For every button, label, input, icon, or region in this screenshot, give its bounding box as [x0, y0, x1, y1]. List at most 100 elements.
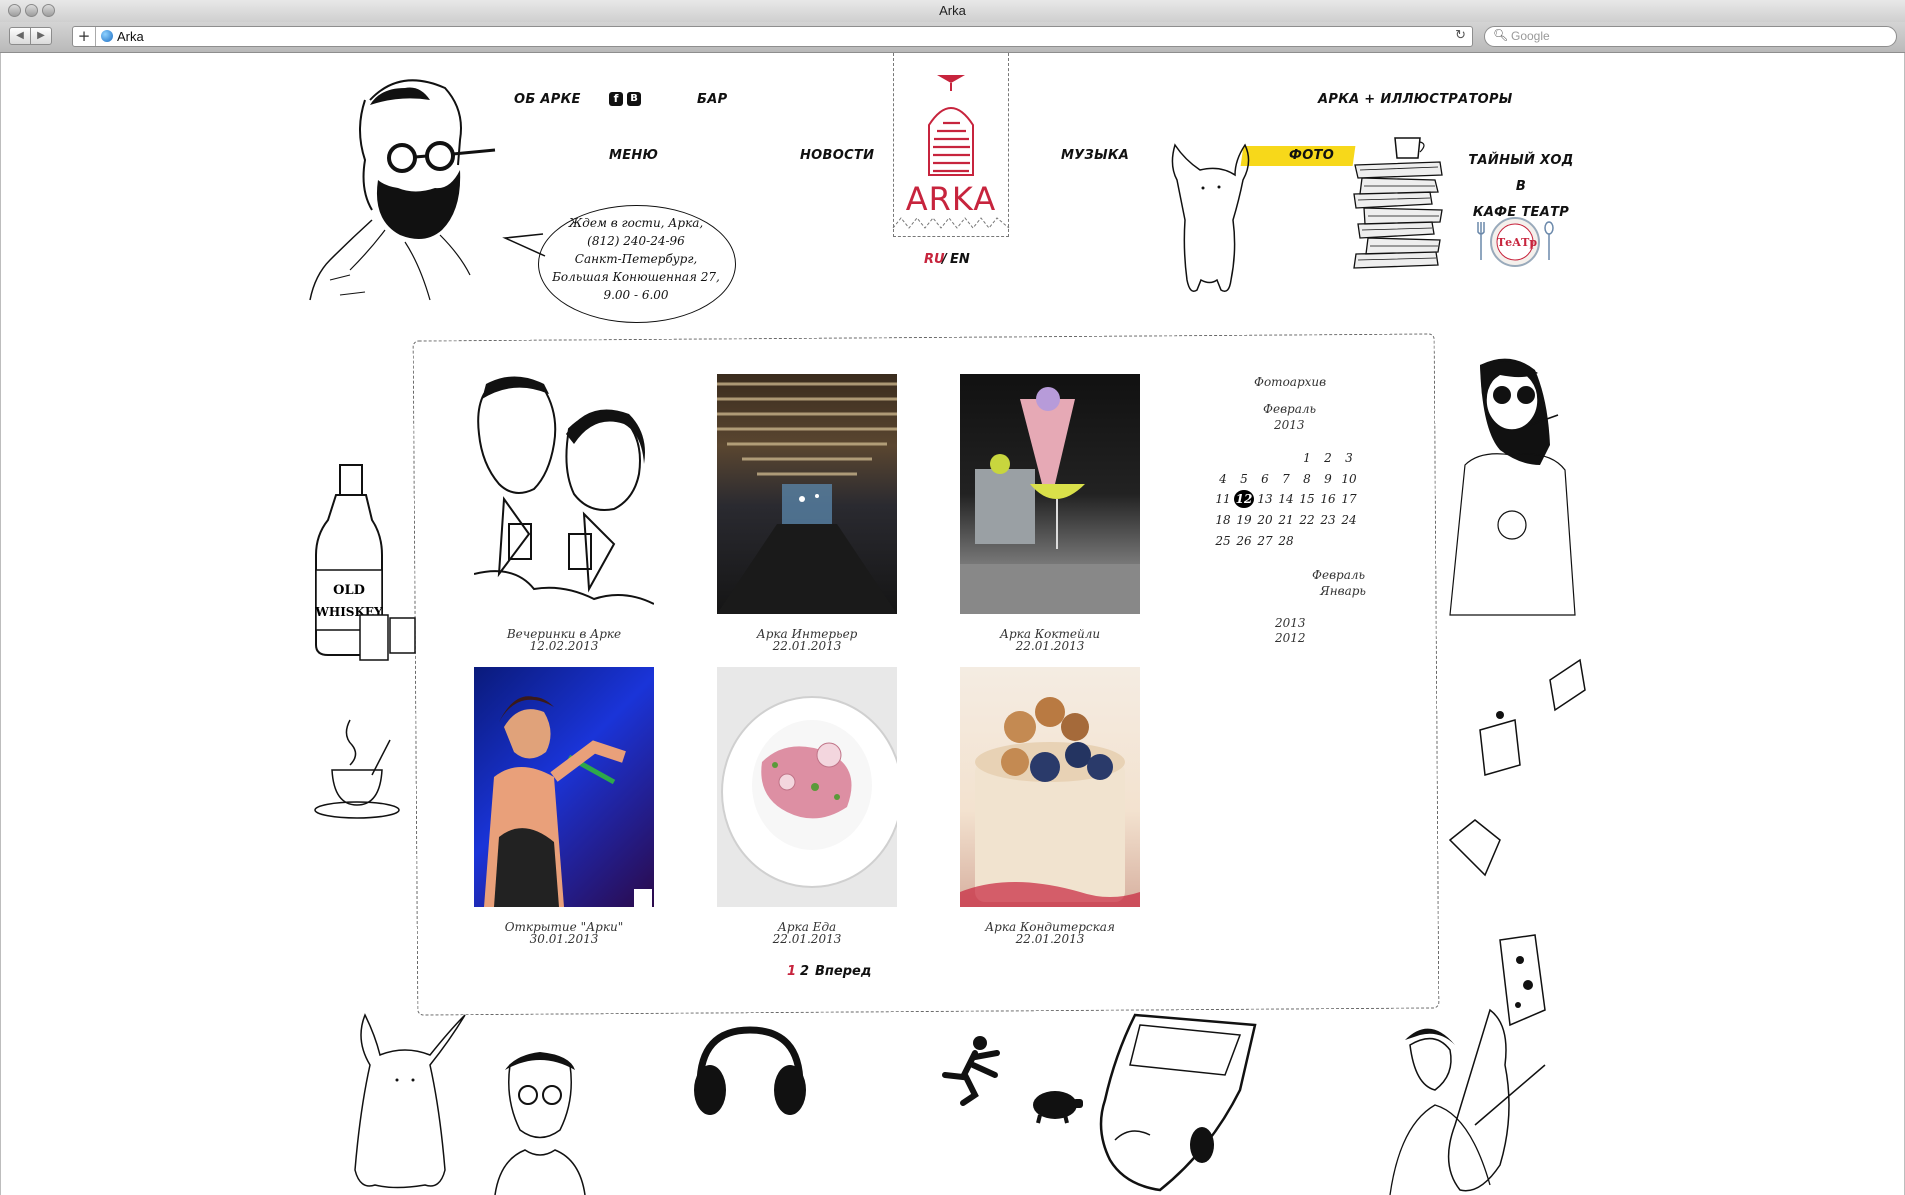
- nav-menu[interactable]: МЕНЮ: [609, 148, 658, 163]
- calendar-day[interactable]: 14: [1276, 492, 1296, 506]
- calendar-day[interactable]: 4: [1213, 472, 1233, 486]
- lang-separator: /: [942, 252, 947, 267]
- vkontakte-icon[interactable]: B: [627, 92, 641, 106]
- bubble-line-5: 9.00 - 6.00: [603, 288, 669, 302]
- cafe-theatre-badge-text: ТеАТр: [1497, 236, 1538, 249]
- caption-opening-date: 30.01.2013: [529, 932, 599, 946]
- calendar-day[interactable]: 20: [1255, 513, 1275, 527]
- nav-music[interactable]: МУЗЫКА: [1061, 148, 1129, 163]
- archive-month-feb[interactable]: Февраль: [1312, 568, 1365, 582]
- retro-couple-image: [474, 376, 654, 605]
- calendar-day-selected[interactable]: 12: [1234, 490, 1254, 508]
- forward-arrow-icon: ▶: [37, 30, 45, 41]
- calendar-day[interactable]: 11: [1213, 492, 1233, 506]
- caption-cocktails-date: 22.01.2013: [1015, 639, 1085, 653]
- search-placeholder: Google: [1511, 29, 1550, 43]
- lang-en[interactable]: EN: [950, 252, 970, 267]
- svg-text:OLD: OLD: [333, 583, 365, 598]
- nav-about[interactable]: ОБ АРКЕ: [514, 92, 581, 107]
- calendar-day[interactable]: 9: [1318, 472, 1338, 486]
- nav-bar[interactable]: БАР: [697, 92, 727, 107]
- nav-secret-line1: ТАЙНЫЙ ХОД В: [1468, 153, 1574, 194]
- calendar-day[interactable]: 7: [1276, 472, 1296, 486]
- pastry-photo-image: [960, 697, 1140, 907]
- interior-photo-image: [717, 382, 897, 614]
- pagination-forward[interactable]: Вперед: [815, 964, 871, 979]
- calendar-day[interactable]: 10: [1339, 472, 1359, 486]
- calendar-day[interactable]: 15: [1297, 492, 1317, 506]
- calendar-day[interactable]: 16: [1318, 492, 1338, 506]
- calendar-day[interactable]: 23: [1318, 513, 1338, 527]
- calendar-day[interactable]: 6: [1255, 472, 1275, 486]
- pagination-current[interactable]: 1: [787, 964, 796, 979]
- caption-pastry[interactable]: Арка Кондитерская 22.01.2013: [950, 921, 1150, 945]
- nav-illustrators[interactable]: АРКА + ИЛЛЮСТРАТОРЫ: [1318, 92, 1513, 107]
- back-button[interactable]: ◀: [9, 27, 31, 45]
- calendar-day[interactable]: 13: [1255, 492, 1275, 506]
- gallery-thumb-cocktails[interactable]: [960, 374, 1140, 614]
- archive-month-jan[interactable]: Январь: [1320, 584, 1366, 598]
- gallery-thumb-pastry[interactable]: [960, 667, 1140, 907]
- calendar-day[interactable]: 1: [1297, 451, 1317, 465]
- gallery-thumb-interior[interactable]: [717, 374, 897, 614]
- cake-slices-illustration: [1448, 658, 1586, 877]
- nav-photo[interactable]: ФОТО: [1289, 148, 1334, 163]
- caption-parties[interactable]: Вечеринки в Арке 12.02.2013: [464, 628, 664, 652]
- calendar-day[interactable]: 18: [1213, 513, 1233, 527]
- reload-icon[interactable]: ↻: [1455, 28, 1466, 43]
- bearded-man-illustration: [309, 79, 496, 301]
- gallery-thumb-opening[interactable]: [474, 667, 654, 907]
- logo-text: ARKA: [905, 180, 997, 218]
- facebook-icon[interactable]: f: [609, 92, 623, 106]
- pagination-page-2[interactable]: 2: [800, 964, 809, 979]
- whiskey-bottle-illustration: OLD WHISKEY: [314, 464, 416, 661]
- window-title: Arka: [939, 3, 966, 18]
- archive-current-month: Февраль: [1263, 402, 1317, 416]
- calendar-day[interactable]: 8: [1297, 472, 1317, 486]
- address-bar[interactable]: + Arka ↻: [72, 26, 1473, 47]
- books-stack-illustration: [1353, 137, 1443, 269]
- food-plate-photo-image: [721, 696, 897, 888]
- search-field[interactable]: 🔍︎ Google: [1484, 26, 1897, 47]
- site-globe-icon: [101, 30, 113, 42]
- caption-cocktails[interactable]: Арка Коктейли 22.01.2013: [950, 628, 1150, 652]
- caption-food[interactable]: Арка Еда 22.01.2013: [707, 921, 907, 945]
- caption-interior[interactable]: Арка Интерьер 22.01.2013: [707, 628, 907, 652]
- search-magnifier-icon: 🔍︎: [1493, 28, 1509, 42]
- bubble-line-3: Санкт-Петербург,: [574, 252, 698, 266]
- caption-opening[interactable]: Открытие "Арки" 30.01.2013: [464, 921, 664, 945]
- coffee-cup-illustration: [314, 719, 400, 819]
- smoking-woman-illustration: [1449, 358, 1576, 616]
- bottom-bear-illustration: [354, 1013, 466, 1189]
- calendar-day[interactable]: 27: [1255, 534, 1275, 548]
- archive-current-year: 2013: [1274, 418, 1305, 432]
- calendar-day[interactable]: 21: [1276, 513, 1296, 527]
- forward-button[interactable]: ▶: [30, 27, 52, 45]
- calendar-day[interactable]: 26: [1234, 534, 1254, 548]
- caption-parties-date: 12.02.2013: [529, 639, 599, 653]
- calendar-day[interactable]: 2: [1318, 451, 1338, 465]
- calendar-day[interactable]: 5: [1234, 472, 1254, 486]
- calendar-day[interactable]: 19: [1234, 513, 1254, 527]
- calendar-day[interactable]: 3: [1339, 451, 1359, 465]
- archive-heading: Фотоархив: [1254, 375, 1327, 389]
- address-url-text[interactable]: Arka: [117, 29, 144, 44]
- car-illustration: [1099, 1013, 1257, 1192]
- running-man-icon: [942, 1036, 1000, 1106]
- archive-year-2012[interactable]: 2012: [1275, 631, 1306, 645]
- calendar-day[interactable]: 17: [1339, 492, 1359, 506]
- gallery-thumb-parties[interactable]: [474, 374, 654, 614]
- calendar-day[interactable]: 22: [1297, 513, 1317, 527]
- calendar-day[interactable]: 24: [1339, 513, 1359, 527]
- bubble-line-2: (812) 240-24-96: [587, 234, 685, 248]
- add-bookmark-plus-icon[interactable]: +: [73, 27, 96, 46]
- nav-news[interactable]: НОВОСТИ: [800, 148, 874, 163]
- headphones-icon: [694, 1026, 806, 1115]
- calendar-day[interactable]: 28: [1276, 534, 1296, 548]
- archive-year-2013[interactable]: 2013: [1275, 616, 1306, 630]
- bear-illustration: [1171, 143, 1250, 292]
- gallery-thumb-food[interactable]: [717, 667, 897, 907]
- bubble-line-1: Ждем в гости, Арка,: [568, 216, 704, 230]
- calendar-day[interactable]: 25: [1213, 534, 1233, 548]
- glasses-man-illustration: [494, 1052, 586, 1195]
